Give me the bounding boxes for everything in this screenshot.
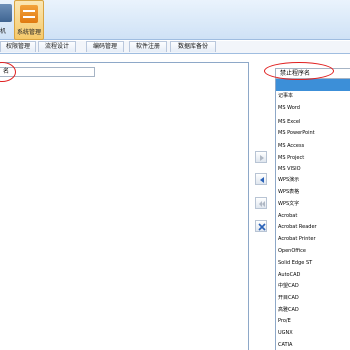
tab-separator <box>0 53 350 54</box>
ribbon-button-1-label: 机 <box>0 28 6 35</box>
list-item-selected[interactable] <box>276 79 350 91</box>
list-item[interactable]: OpenOffice <box>276 246 350 258</box>
list-item[interactable]: WPS演示 <box>276 175 350 187</box>
tab-code-management[interactable]: 编码管理 <box>86 41 124 52</box>
annotation-circle-right <box>264 62 334 80</box>
list-item[interactable]: Acrobat Reader <box>276 222 350 234</box>
list-item[interactable]: 中望CAD <box>276 281 350 293</box>
list-item[interactable]: CATIA <box>276 340 350 350</box>
tab-permission-management[interactable]: 权限管理 <box>0 41 36 52</box>
tab-bar: 权限管理 流程设计 编码管理 软件注册 数据库备份 <box>0 41 350 53</box>
move-left-button[interactable] <box>255 173 267 185</box>
list-item[interactable]: Acrobat Printer <box>276 234 350 246</box>
remove-button[interactable] <box>255 220 267 232</box>
list-item[interactable]: UGNX <box>276 328 350 340</box>
ribbon-toolbar: 机 系统管理 <box>0 0 350 40</box>
move-right-button[interactable] <box>255 151 267 163</box>
system-management-button[interactable]: 系统管理 <box>14 0 44 40</box>
list-item[interactable]: MS PowerPoint <box>276 128 350 140</box>
computer-icon <box>0 4 12 22</box>
list-item[interactable]: WPS表格 <box>276 187 350 199</box>
double-arrow-left-icon <box>259 201 265 207</box>
arrow-right-icon <box>260 155 264 161</box>
list-item[interactable]: Solid Edge ST <box>276 258 350 270</box>
left-list-panel[interactable]: 名 <box>0 62 249 350</box>
list-item[interactable]: MS Word <box>276 103 350 115</box>
tab-database-backup[interactable]: 数据库备份 <box>170 41 216 52</box>
system-management-label: 系统管理 <box>16 29 41 36</box>
ribbon-button-1[interactable]: 机 <box>0 0 14 40</box>
move-all-left-button[interactable] <box>255 197 267 209</box>
list-item[interactable]: 开目CAD <box>276 293 350 305</box>
list-item[interactable]: Pro/E <box>276 316 350 328</box>
close-icon <box>258 223 266 231</box>
list-item[interactable]: 记事本 <box>276 91 350 103</box>
tab-process-design[interactable]: 流程设计 <box>38 41 76 52</box>
tab-software-registration[interactable]: 软件注册 <box>129 41 167 52</box>
list-item[interactable]: MS Access <box>276 141 350 153</box>
arrow-left-icon <box>260 177 264 183</box>
system-management-icon <box>20 5 38 23</box>
list-item[interactable]: WPS文字 <box>276 199 350 211</box>
